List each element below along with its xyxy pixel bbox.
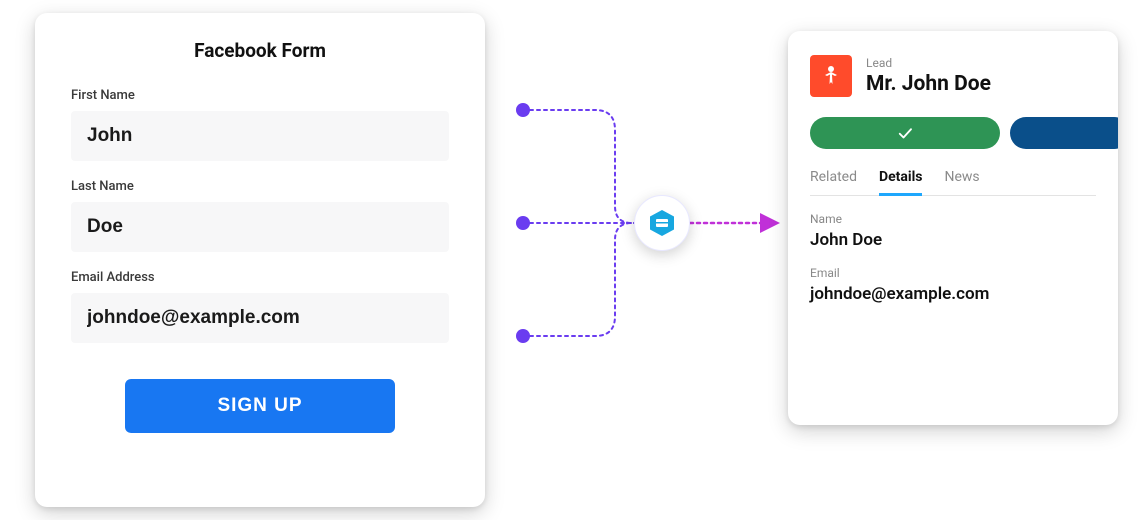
email-input[interactable]	[71, 293, 449, 343]
tab-news[interactable]: News	[944, 169, 979, 195]
form-title: Facebook Form	[71, 39, 449, 62]
last-name-label: Last Name	[71, 179, 449, 194]
detail-email-label: Email	[810, 266, 1096, 280]
integration-hub	[634, 195, 690, 251]
detail-name-value: John Doe	[810, 230, 1096, 250]
detail-name-block: Name John Doe	[810, 212, 1096, 250]
lead-header: Lead Mr. John Doe	[810, 55, 1096, 97]
last-name-input[interactable]	[71, 202, 449, 252]
facebook-form-card: Facebook Form First Name Last Name Email…	[35, 13, 485, 507]
detail-email-block: Email johndoe@example.com	[810, 266, 1096, 304]
check-icon	[896, 124, 914, 142]
status-pill-next[interactable]	[1010, 117, 1118, 149]
status-pills	[810, 117, 1118, 149]
lead-tabs: Related Details News	[810, 169, 1096, 196]
lead-full-name: Mr. John Doe	[866, 72, 991, 96]
tab-related[interactable]: Related	[810, 169, 857, 195]
tab-details[interactable]: Details	[879, 169, 923, 196]
email-label: Email Address	[71, 270, 449, 285]
signup-button[interactable]: SIGN UP	[125, 379, 395, 433]
lead-card: Lead Mr. John Doe Related Details News N…	[788, 31, 1118, 425]
lead-type-label: Lead	[866, 56, 991, 70]
first-name-label: First Name	[71, 88, 449, 103]
detail-name-label: Name	[810, 212, 1096, 226]
first-name-input[interactable]	[71, 111, 449, 161]
detail-email-value: johndoe@example.com	[810, 284, 1096, 304]
hub-icon	[647, 208, 677, 238]
lead-person-icon	[810, 55, 852, 97]
status-pill-complete[interactable]	[810, 117, 1000, 149]
